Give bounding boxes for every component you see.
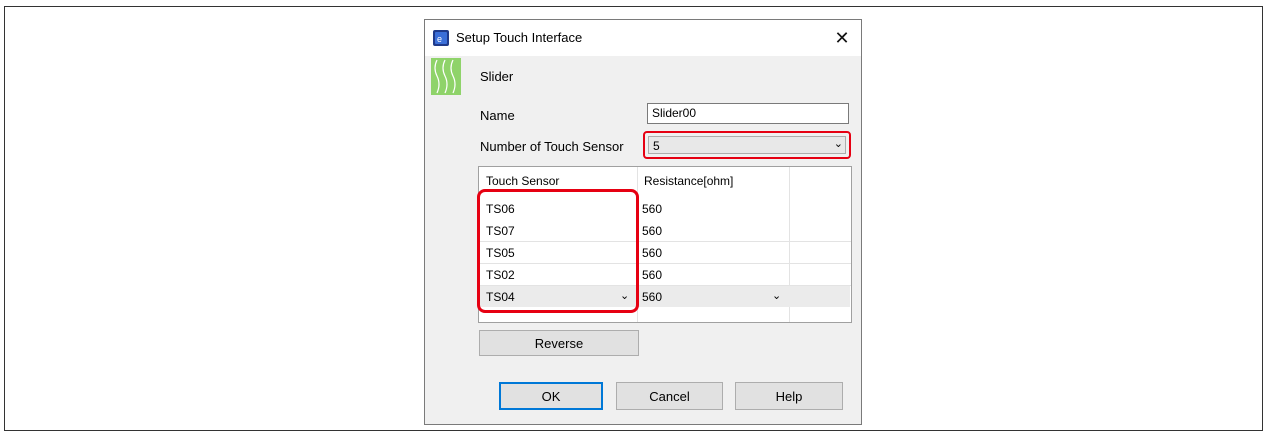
reverse-button[interactable]: Reverse: [479, 330, 639, 356]
close-icon: ✕: [834, 27, 850, 48]
table-cell-resistance[interactable]: 560: [642, 268, 662, 282]
name-field[interactable]: Slider00: [647, 103, 849, 124]
app-icon: e: [433, 30, 449, 46]
selected-row: [480, 286, 850, 307]
close-button[interactable]: ✕: [827, 24, 857, 52]
cancel-button[interactable]: Cancel: [616, 382, 723, 410]
touch-sensor-count-value: 5: [653, 139, 660, 153]
table-cell-resistance[interactable]: 560: [642, 224, 662, 238]
touch-sensor-count-label: Number of Touch Sensor: [480, 139, 624, 154]
setup-touch-interface-dialog: e Setup Touch Interface ✕ Slider Name Sl…: [424, 19, 862, 425]
section-title: Slider: [480, 69, 514, 84]
chevron-down-icon[interactable]: ⌄: [620, 289, 629, 302]
column-header-resistance: Resistance[ohm]: [644, 174, 734, 188]
ok-button[interactable]: OK: [499, 382, 603, 410]
touch-sensor-count-highlight: 5 ⌄: [643, 131, 851, 159]
touch-sensor-count-select[interactable]: 5 ⌄: [648, 136, 846, 154]
table-cell-sensor-dropdown[interactable]: TS04: [486, 290, 515, 304]
slider-icon: [431, 58, 461, 95]
help-button[interactable]: Help: [735, 382, 843, 410]
chevron-down-icon: ⌄: [833, 138, 843, 150]
table-cell-resistance[interactable]: 560: [642, 202, 662, 216]
table-cell-resistance-dropdown[interactable]: 560: [642, 290, 662, 304]
table-cell-sensor[interactable]: TS07: [486, 224, 515, 238]
name-label: Name: [480, 108, 515, 123]
table-cell-resistance[interactable]: 560: [642, 246, 662, 260]
chevron-down-icon[interactable]: ⌄: [772, 289, 781, 302]
table-cell-sensor[interactable]: TS02: [486, 268, 515, 282]
table-cell-sensor[interactable]: TS05: [486, 246, 515, 260]
table-cell-sensor[interactable]: TS06: [486, 202, 515, 216]
title-bar: e Setup Touch Interface ✕: [425, 20, 861, 56]
svg-text:e: e: [437, 34, 442, 44]
dialog-title: Setup Touch Interface: [456, 30, 583, 45]
touch-sensor-table: Touch Sensor Resistance[ohm] TS06 560 TS…: [478, 166, 852, 323]
column-header-touch-sensor: Touch Sensor: [486, 174, 560, 188]
